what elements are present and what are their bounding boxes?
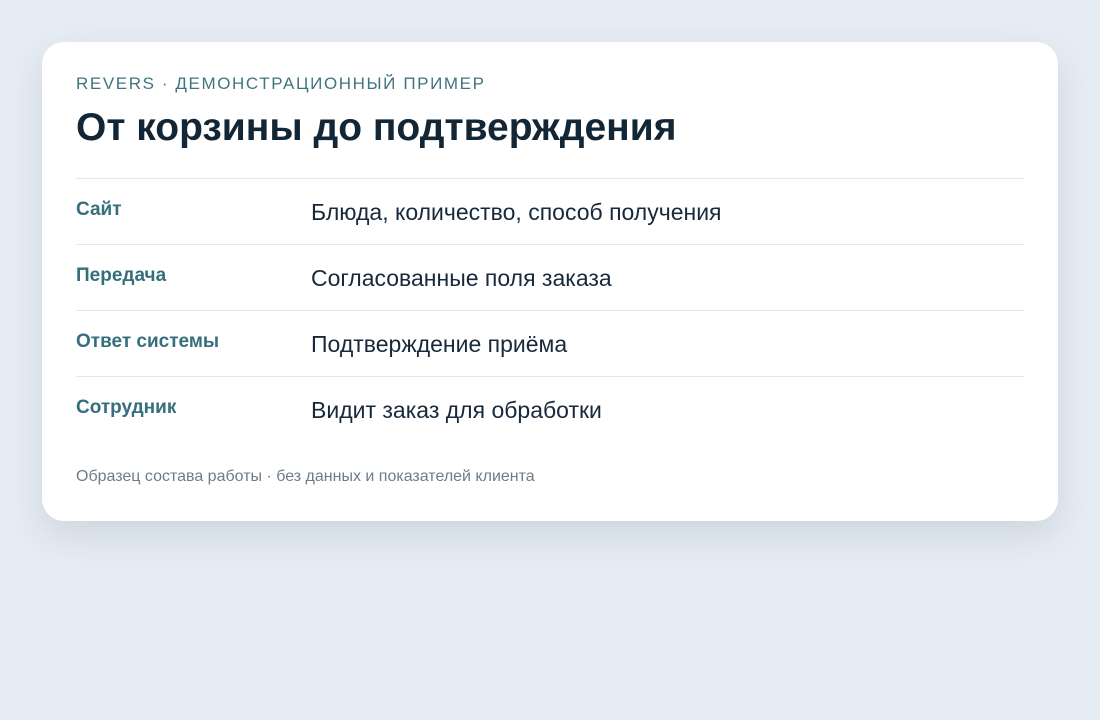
flow-table: Сайт Блюда, количество, способ получения… [76,178,1024,442]
row-value: Подтверждение приёма [311,331,568,357]
row-value: Видит заказ для обработки [311,397,602,423]
table-row: Ответ системы Подтверждение приёма [76,310,1024,376]
card-eyebrow: REVERS · ДЕМОНСТРАЦИОННЫЙ ПРИМЕР [76,74,486,93]
row-label: Ответ системы [76,331,220,352]
table-row: Сайт Блюда, количество, способ получения [76,178,1024,244]
flow-card: REVERS · ДЕМОНСТРАЦИОННЫЙ ПРИМЕР От корз… [42,42,1058,521]
row-value: Блюда, количество, способ получения [311,199,722,225]
row-value: Согласованные поля заказа [311,265,612,291]
card-footnote: Образец состава работы · без данных и по… [76,468,535,485]
row-label: Передача [76,265,167,286]
row-label: Сайт [76,199,122,220]
card-title: От корзины до подтверждения [76,106,677,149]
row-label: Сотрудник [76,397,177,418]
table-row: Сотрудник Видит заказ для обработки [76,376,1024,442]
table-row: Передача Согласованные поля заказа [76,244,1024,310]
